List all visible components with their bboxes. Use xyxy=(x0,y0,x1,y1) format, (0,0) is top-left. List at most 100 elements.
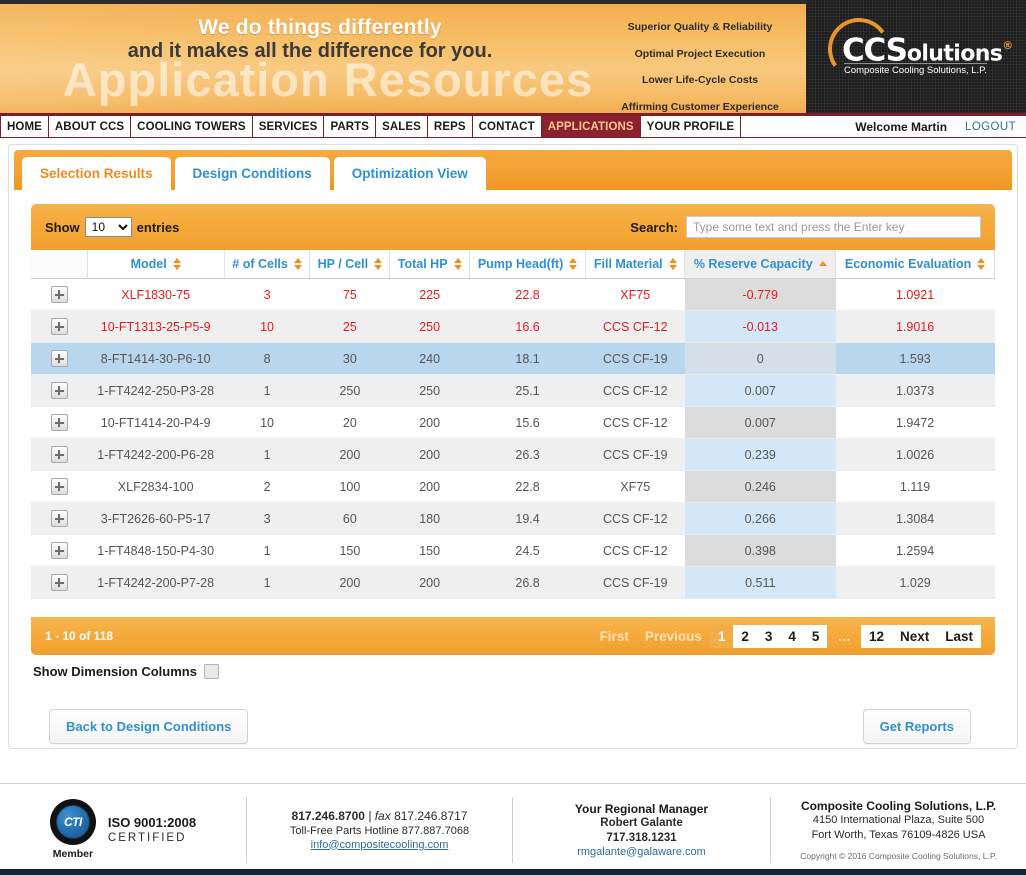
entries-label: entries xyxy=(136,219,180,235)
cell-number-of-cells: 10 xyxy=(224,406,310,439)
pagination-controls: First Previous 1 2 3 4 5 … 12 Next Last xyxy=(592,624,981,648)
company-address-line2: Fort Worth, Texas 76109-4826 USA xyxy=(811,828,986,841)
column-cells[interactable]: # of Cells xyxy=(224,250,311,279)
cell-fill-material: CCS CF-12 xyxy=(585,502,685,535)
banner-tagline-line1: We do things differently xyxy=(198,16,442,39)
page-last-button[interactable]: Last xyxy=(937,624,981,648)
tab-design-conditions[interactable]: Design Conditions xyxy=(174,157,330,190)
search-input[interactable] xyxy=(686,216,981,238)
nav-item-parts[interactable]: PARTS xyxy=(324,116,377,137)
tab-optimization-view[interactable]: Optimization View xyxy=(333,157,486,190)
nav-item-applications[interactable]: APPLICATIONS xyxy=(541,116,641,137)
cell-number-of-cells: 2 xyxy=(224,470,310,503)
page-number-3[interactable]: 3 xyxy=(756,624,781,648)
regional-manager-email[interactable]: rmgalante@galaware.com xyxy=(577,846,706,858)
row-expander-cell xyxy=(31,470,87,503)
expand-row-plus-icon[interactable] xyxy=(50,318,68,335)
table-row[interactable]: 3-FT2626-60-P5-17 3 60 180 19.4 CCS CF-12 0.26… xyxy=(31,502,995,535)
expand-row-plus-icon[interactable] xyxy=(50,414,68,431)
cell-reserve-capacity: 0.246 xyxy=(684,470,836,503)
cell-reserve-capacity: -0.779 xyxy=(684,278,836,311)
expand-row-plus-icon[interactable] xyxy=(50,478,68,495)
column-model[interactable]: Model xyxy=(87,250,225,279)
iso-standard: ISO 9001:2008 xyxy=(107,815,197,830)
row-expander-cell xyxy=(31,278,87,311)
show-dimension-columns-checkbox[interactable] xyxy=(203,664,219,679)
footer-email-link[interactable]: info@compositecooling.com xyxy=(311,839,449,851)
column-pump-head[interactable]: Pump Head(ft) xyxy=(469,250,587,279)
page-number-group: 2 3 4 5 xyxy=(733,624,828,648)
page-number-2[interactable]: 2 xyxy=(733,624,757,648)
expand-row-plus-icon[interactable] xyxy=(50,574,68,591)
cell-hp-per-cell: 75 xyxy=(309,278,390,311)
cell-number-of-cells: 1 xyxy=(224,534,310,567)
page-next-button[interactable]: Next xyxy=(891,624,938,648)
column-hp-per-cell[interactable]: HP / Cell xyxy=(309,250,391,279)
cell-hp-per-cell: 200 xyxy=(309,438,390,471)
nav-item-sales[interactable]: SALES xyxy=(376,116,428,137)
cell-total-hp: 180 xyxy=(389,502,470,535)
page-number-4[interactable]: 4 xyxy=(780,624,804,648)
table-row[interactable]: XLF2834-100 2 100 200 22.8 XF75 0.246 1.119 xyxy=(31,470,995,503)
welcome-message: Welcome Martin xyxy=(855,119,948,134)
sort-icon xyxy=(569,258,578,270)
page-number-5[interactable]: 5 xyxy=(803,624,828,648)
table-row[interactable]: XLF1830-75 3 75 225 22.8 XF75 -0.779 1.0921 xyxy=(31,278,995,311)
copyright-notice: Copyright © 2016 Composite Cooling Solut… xyxy=(800,850,997,861)
row-expander-cell xyxy=(31,566,87,599)
table-row[interactable]: 10-FT1313-25-P5-9 10 25 250 16.6 CCS CF-12 -0.… xyxy=(31,310,995,343)
expand-row-plus-icon[interactable] xyxy=(50,350,68,367)
expand-row-plus-icon[interactable] xyxy=(50,510,68,527)
column-fill-material[interactable]: Fill Material xyxy=(585,250,686,279)
regional-manager-phone: 717.318.1231 xyxy=(606,831,677,844)
cell-fill-material: CCS CF-12 xyxy=(585,374,685,407)
nav-item-cooling-towers[interactable]: COOLING TOWERS xyxy=(131,116,253,137)
expand-row-plus-icon[interactable] xyxy=(50,542,68,559)
footer-fax-separator: | xyxy=(364,808,375,823)
expand-row-plus-icon[interactable] xyxy=(50,382,68,399)
nav-item-contact[interactable]: CONTACT xyxy=(473,116,542,137)
back-to-design-conditions-button[interactable]: Back to Design Conditions xyxy=(49,709,249,744)
table-row[interactable]: 1-FT4242-250-P3-28 1 250 250 25.1 CCS CF-12 0.… xyxy=(31,374,995,407)
footer-hotline: Toll-Free Parts Hotline 877.887.7068 xyxy=(289,824,470,837)
get-reports-button[interactable]: Get Reports xyxy=(862,709,971,744)
page-body: Selection Results Design Conditions Opti… xyxy=(0,138,1026,793)
search-label: Search: xyxy=(630,219,678,235)
tab-selection-results[interactable]: Selection Results xyxy=(22,157,171,190)
column-label: Pump Head(ft) xyxy=(477,257,564,271)
page-first-button[interactable]: First xyxy=(592,625,637,648)
column-total-hp[interactable]: Total HP xyxy=(389,250,470,279)
banner-headline: Application Resources xyxy=(62,53,594,106)
nav-item-services[interactable]: SERVICES xyxy=(253,116,325,137)
column-economic-evaluation[interactable]: Economic Evaluation xyxy=(835,250,995,279)
cell-reserve-capacity: 0.007 xyxy=(684,406,836,439)
page-number-12[interactable]: 12 xyxy=(860,624,892,648)
footer-company-info: Composite Cooling Solutions, L.P. 4150 I… xyxy=(770,796,1026,863)
nav-item-about-ccs[interactable]: ABOUT CCS xyxy=(49,116,132,137)
cell-pump-head: 22.8 xyxy=(469,470,586,503)
column-label: Total HP xyxy=(397,257,448,271)
logout-link[interactable]: LOGOUT xyxy=(965,121,1016,133)
table-row[interactable]: 8-FT1414-30-P6-10 8 30 240 18.1 CCS CF-19 0 1.5… xyxy=(31,342,995,375)
cell-fill-material: CCS CF-19 xyxy=(585,342,685,375)
pagination-info: 1 - 10 of 118 xyxy=(45,629,114,643)
page-previous-button[interactable]: Previous xyxy=(637,625,710,648)
table-body: XLF1830-75 3 75 225 22.8 XF75 -0.779 1.0921 10-F… xyxy=(31,278,995,599)
table-row[interactable]: 1-FT4242-200-P6-28 1 200 200 26.3 CCS CF-19 0.… xyxy=(31,438,995,471)
column-reserve-capacity[interactable]: % Reserve Capacity xyxy=(684,250,837,279)
expand-row-plus-icon[interactable] xyxy=(50,446,68,463)
footer-accent-bar xyxy=(0,869,1026,875)
nav-item-home[interactable]: HOME xyxy=(0,116,49,137)
nav-item-reps[interactable]: REPS xyxy=(428,116,473,137)
cell-reserve-capacity: 0.239 xyxy=(684,438,836,471)
banner-bullet: Optimal Project Execution xyxy=(634,47,766,60)
cell-hp-per-cell: 150 xyxy=(309,534,390,567)
page-number-1[interactable]: 1 xyxy=(709,624,734,648)
table-row[interactable]: 1-FT4848-150-P4-30 1 150 150 24.5 CCS CF-12 0.… xyxy=(31,534,995,567)
sort-icon xyxy=(293,258,302,270)
nav-item-your-profile[interactable]: YOUR PROFILE xyxy=(641,116,742,137)
entries-per-page-select[interactable]: 10 25 50 100 xyxy=(84,217,132,237)
table-row[interactable]: 1-FT4242-200-P7-28 1 200 200 26.8 CCS CF-19 0.… xyxy=(31,566,995,599)
expand-row-plus-icon[interactable] xyxy=(50,286,68,303)
table-row[interactable]: 10-FT1414-20-P4-9 10 20 200 15.6 CCS CF-12 0.0… xyxy=(31,406,995,439)
